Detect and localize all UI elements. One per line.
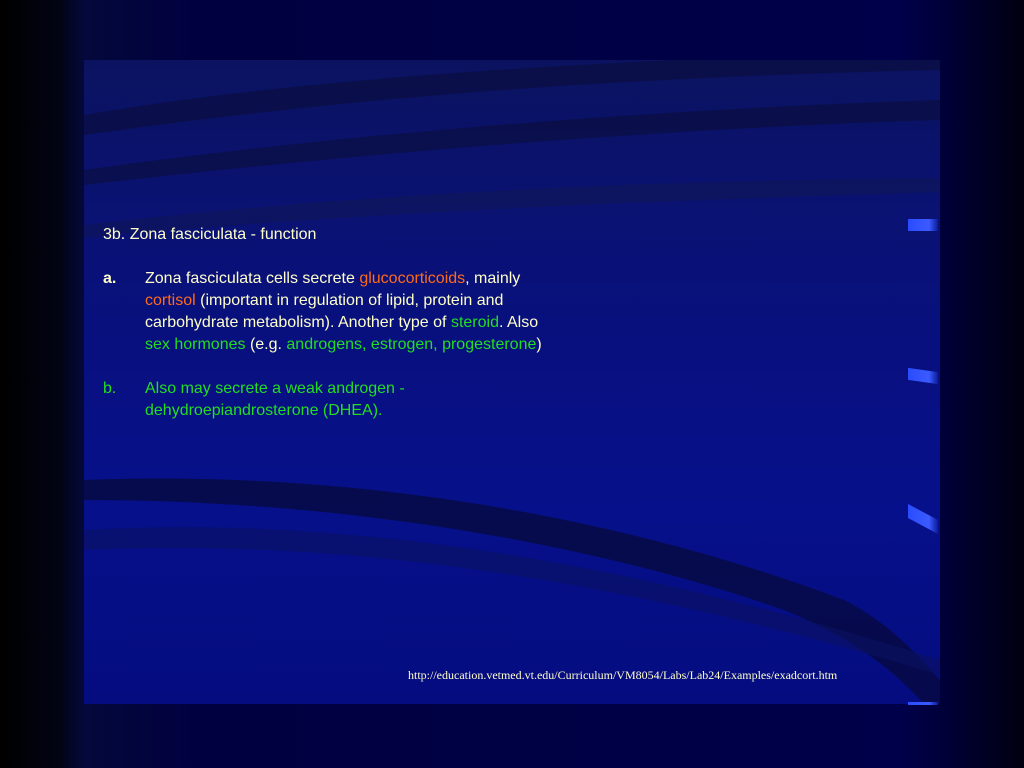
decorative-bar	[908, 219, 938, 231]
list-item-a: a. Zona fasciculata cells secrete glucoc…	[103, 268, 543, 356]
source-url: http://education.vetmed.vt.edu/Curriculu…	[408, 668, 838, 682]
keyword-cortisol: cortisol	[145, 292, 196, 309]
item-text: . Also	[498, 314, 539, 331]
keyword-steroid: steroid	[450, 314, 499, 331]
item-text: (important in regulation of lipid, prote…	[145, 292, 504, 331]
keyword-glucocorticoids: glucocorticoids	[359, 270, 466, 287]
list-item-b: b. Also may secrete a weak androgen - de…	[103, 378, 543, 422]
decorative-bar	[908, 702, 938, 705]
item-text: )	[536, 336, 542, 353]
keyword-androgens-estrogen-progesterone: androgens, estrogen, progesterone	[286, 336, 537, 353]
item-marker: a.	[103, 270, 117, 287]
slide-content: 3b. Zona fasciculata - function a. Zona …	[103, 224, 543, 444]
item-text: (e.g.	[245, 336, 287, 353]
item-text: , mainly	[465, 270, 521, 287]
slide-heading: 3b. Zona fasciculata - function	[103, 226, 317, 243]
item-text: Also may secrete a weak androgen - dehyd…	[145, 380, 405, 419]
item-marker: b.	[103, 380, 117, 397]
item-text: Zona fasciculata cells secrete	[145, 270, 360, 287]
keyword-sex-hormones: sex hormones	[145, 336, 246, 353]
